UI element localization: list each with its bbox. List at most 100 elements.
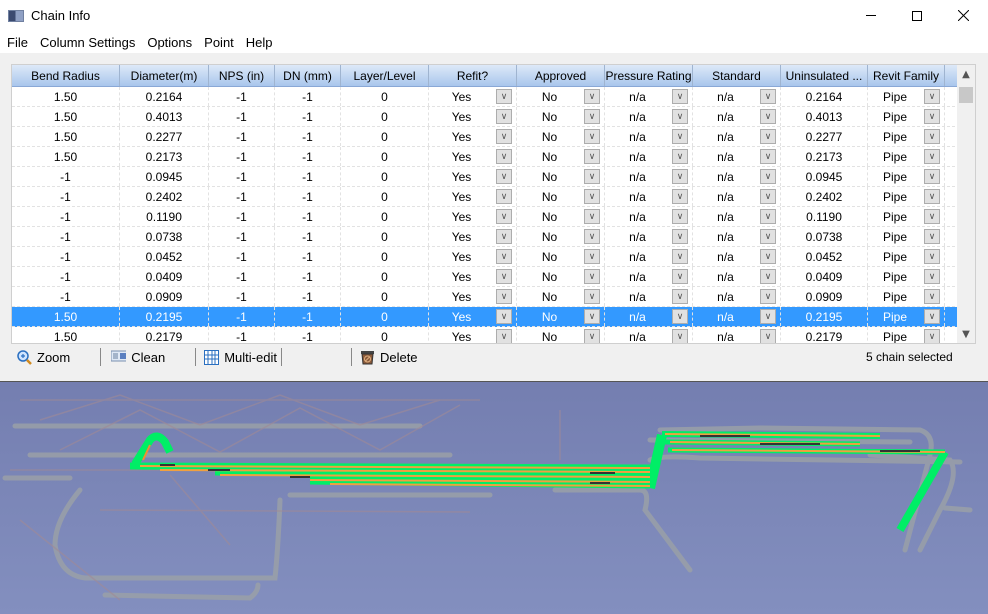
table-row[interactable]: -1 0.0738 -1 -1 0 Yes ∨ No ∨ n/a ∨ n/a ∨ 0.0738 Pipe ∨ <box>12 227 975 247</box>
combo-cell[interactable]: n/a ∨ <box>605 247 693 266</box>
dropdown-button[interactable]: ∨ <box>584 309 600 324</box>
table-cell[interactable]: 1.50 <box>12 307 120 326</box>
dropdown-button[interactable]: ∨ <box>584 169 600 184</box>
table-cell[interactable]: -1 <box>275 247 341 266</box>
table-cell[interactable]: 0 <box>341 107 429 126</box>
table-cell[interactable]: 0 <box>341 147 429 166</box>
combo-cell[interactable]: No ∨ <box>517 107 605 126</box>
table-cell[interactable]: -1 <box>209 87 275 106</box>
table-cell[interactable]: 0 <box>341 227 429 246</box>
table-row[interactable]: 1.50 0.2173 -1 -1 0 Yes ∨ No ∨ n/a ∨ n/a ∨ 0.2173 Pipe… <box>12 147 975 167</box>
dropdown-button[interactable]: ∨ <box>496 149 512 164</box>
title-bar[interactable]: Chain Info <box>0 0 988 31</box>
combo-cell[interactable]: No ∨ <box>517 267 605 286</box>
dropdown-button[interactable]: ∨ <box>584 329 600 343</box>
table-cell[interactable]: 0 <box>341 327 429 343</box>
dropdown-button[interactable]: ∨ <box>584 249 600 264</box>
dropdown-button[interactable]: ∨ <box>672 209 688 224</box>
combo-cell[interactable]: n/a ∨ <box>605 167 693 186</box>
table-cell[interactable]: 0.2173 <box>120 147 209 166</box>
dropdown-button[interactable]: ∨ <box>496 89 512 104</box>
table-cell[interactable]: -1 <box>209 147 275 166</box>
table-cell[interactable]: 1.50 <box>12 127 120 146</box>
combo-cell[interactable]: n/a ∨ <box>605 187 693 206</box>
table-cell[interactable]: -1 <box>209 107 275 126</box>
table-cell[interactable]: 0 <box>341 247 429 266</box>
column-header[interactable]: DN (mm) <box>275 65 341 86</box>
dropdown-button[interactable]: ∨ <box>924 129 940 144</box>
dropdown-button[interactable]: ∨ <box>584 229 600 244</box>
table-cell[interactable]: 0.0945 <box>120 167 209 186</box>
combo-cell[interactable]: n/a ∨ <box>605 267 693 286</box>
table-cell[interactable]: 0.2179 <box>781 327 868 343</box>
combo-cell[interactable]: Yes ∨ <box>429 107 517 126</box>
combo-cell[interactable]: Pipe ∨ <box>868 307 945 326</box>
combo-cell[interactable]: Yes ∨ <box>429 307 517 326</box>
dropdown-button[interactable]: ∨ <box>672 169 688 184</box>
dropdown-button[interactable]: ∨ <box>924 329 940 343</box>
table-cell[interactable]: -1 <box>209 187 275 206</box>
dropdown-button[interactable]: ∨ <box>760 249 776 264</box>
column-header[interactable]: Diameter(m) <box>120 65 209 86</box>
dropdown-button[interactable]: ∨ <box>672 189 688 204</box>
table-cell[interactable]: 0 <box>341 187 429 206</box>
combo-cell[interactable]: n/a ∨ <box>605 227 693 246</box>
table-row[interactable]: -1 0.1190 -1 -1 0 Yes ∨ No ∨ n/a ∨ n/a ∨ 0.1190 Pipe ∨ <box>12 207 975 227</box>
menu-file[interactable]: File <box>0 35 34 50</box>
dropdown-button[interactable]: ∨ <box>924 169 940 184</box>
combo-cell[interactable]: Pipe ∨ <box>868 327 945 343</box>
dropdown-button[interactable]: ∨ <box>584 209 600 224</box>
dropdown-button[interactable]: ∨ <box>496 109 512 124</box>
combo-cell[interactable]: No ∨ <box>517 207 605 226</box>
combo-cell[interactable]: n/a ∨ <box>605 307 693 326</box>
dropdown-button[interactable]: ∨ <box>924 109 940 124</box>
table-cell[interactable]: -1 <box>275 267 341 286</box>
table-cell[interactable]: -1 <box>209 247 275 266</box>
dropdown-button[interactable]: ∨ <box>496 129 512 144</box>
column-header[interactable]: Uninsulated ... <box>781 65 868 86</box>
table-cell[interactable]: 0.0909 <box>120 287 209 306</box>
table-cell[interactable]: -1 <box>209 167 275 186</box>
dropdown-button[interactable]: ∨ <box>924 309 940 324</box>
combo-cell[interactable]: n/a ∨ <box>693 127 781 146</box>
dropdown-button[interactable]: ∨ <box>496 209 512 224</box>
combo-cell[interactable]: Yes ∨ <box>429 267 517 286</box>
combo-cell[interactable]: n/a ∨ <box>605 87 693 106</box>
table-cell[interactable]: 0 <box>341 167 429 186</box>
minimize-button[interactable] <box>848 0 894 31</box>
table-row[interactable]: 1.50 0.2179 -1 -1 0 Yes ∨ No ∨ n/a ∨ n/a ∨ 0.2179 Pipe… <box>12 327 975 343</box>
dropdown-button[interactable]: ∨ <box>496 309 512 324</box>
combo-cell[interactable]: Yes ∨ <box>429 287 517 306</box>
table-cell[interactable]: 0.4013 <box>781 107 868 126</box>
dropdown-button[interactable]: ∨ <box>760 89 776 104</box>
column-header[interactable]: Revit Family <box>868 65 945 86</box>
dropdown-button[interactable]: ∨ <box>760 269 776 284</box>
table-cell[interactable]: 1.50 <box>12 107 120 126</box>
table-cell[interactable]: -1 <box>275 227 341 246</box>
table-cell[interactable]: 0.0409 <box>120 267 209 286</box>
dropdown-button[interactable]: ∨ <box>672 229 688 244</box>
dropdown-button[interactable]: ∨ <box>924 269 940 284</box>
combo-cell[interactable]: Yes ∨ <box>429 127 517 146</box>
dropdown-button[interactable]: ∨ <box>924 229 940 244</box>
combo-cell[interactable]: Pipe ∨ <box>868 247 945 266</box>
table-cell[interactable]: -1 <box>12 267 120 286</box>
table-cell[interactable]: -1 <box>12 187 120 206</box>
column-header[interactable]: Layer/Level <box>341 65 429 86</box>
combo-cell[interactable]: No ∨ <box>517 187 605 206</box>
dropdown-button[interactable]: ∨ <box>496 329 512 343</box>
menu-options[interactable]: Options <box>141 35 198 50</box>
table-cell[interactable]: -1 <box>12 227 120 246</box>
dropdown-button[interactable]: ∨ <box>496 249 512 264</box>
column-header[interactable]: Bend Radius <box>12 65 120 86</box>
table-cell[interactable]: -1 <box>275 327 341 343</box>
combo-cell[interactable]: Yes ∨ <box>429 207 517 226</box>
combo-cell[interactable]: n/a ∨ <box>693 247 781 266</box>
combo-cell[interactable]: n/a ∨ <box>693 227 781 246</box>
table-cell[interactable]: 0.0409 <box>781 267 868 286</box>
table-cell[interactable]: 0.2277 <box>781 127 868 146</box>
table-cell[interactable]: -1 <box>12 207 120 226</box>
dropdown-button[interactable]: ∨ <box>672 309 688 324</box>
dropdown-button[interactable]: ∨ <box>584 189 600 204</box>
dropdown-button[interactable]: ∨ <box>672 329 688 343</box>
